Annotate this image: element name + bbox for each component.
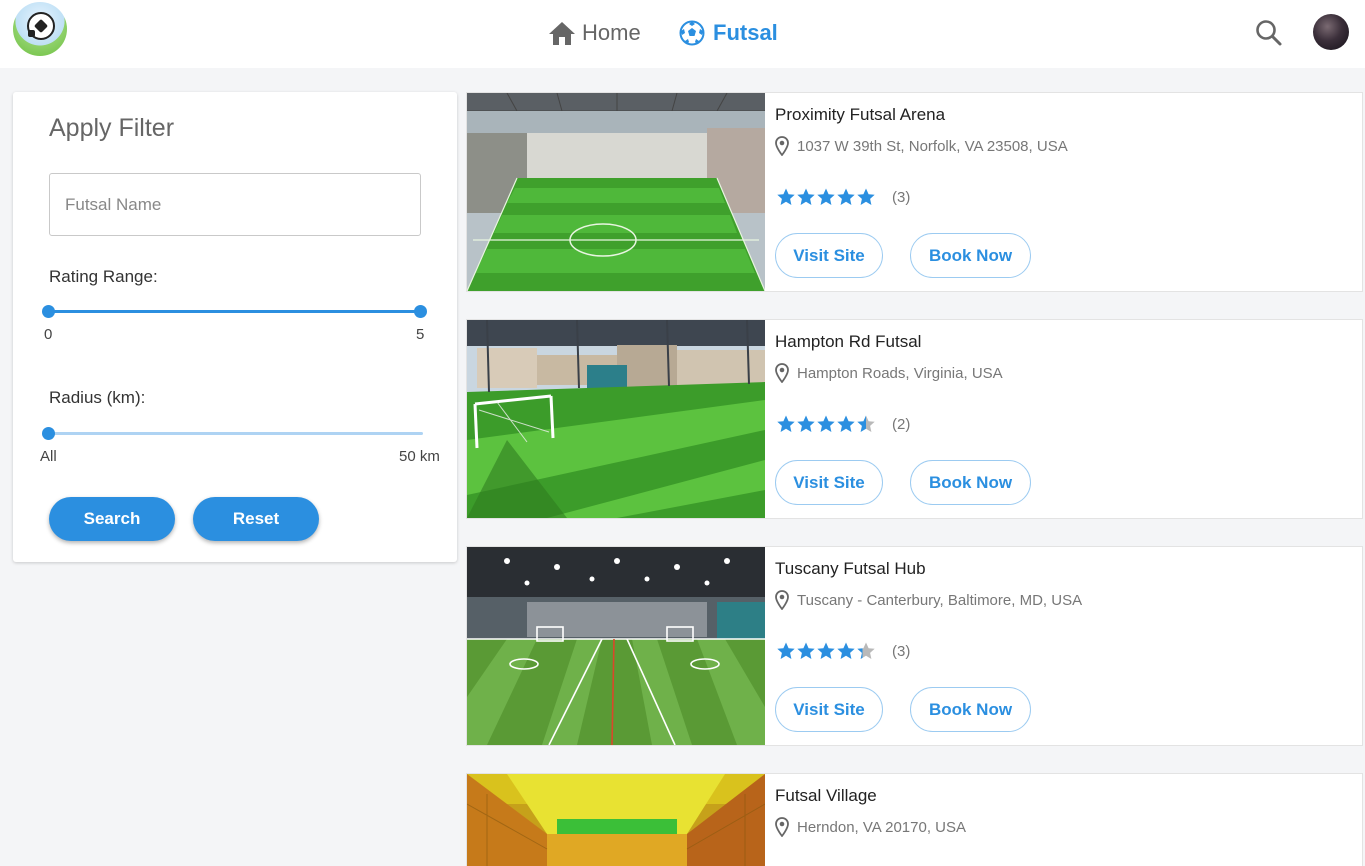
filter-title: Apply Filter	[49, 114, 175, 142]
filter-panel: Apply Filter Rating Range: 0 5 Radius (k…	[13, 92, 457, 562]
visit-site-button[interactable]: Visit Site	[775, 687, 883, 732]
review-count: (3)	[892, 642, 911, 660]
visit-site-button[interactable]: Visit Site	[775, 233, 883, 278]
nav-home-link[interactable]: Home	[548, 18, 641, 48]
futsal-name[interactable]: Proximity Futsal Arena	[775, 105, 945, 125]
search-icon	[1256, 20, 1282, 46]
futsal-address-text: Herndon, VA 20170, USA	[797, 818, 966, 836]
futsal-name-input[interactable]	[49, 173, 421, 236]
star-rating: (3)	[776, 640, 910, 662]
futsal-photo	[467, 547, 765, 745]
radius-label: Radius (km):	[49, 388, 146, 407]
user-avatar[interactable]	[1313, 14, 1349, 50]
radius-max-label: 50 km	[399, 448, 440, 465]
review-count: (3)	[892, 188, 911, 206]
star-rating: (2)	[776, 413, 910, 435]
app-logo[interactable]	[13, 2, 67, 56]
rating-slider-track[interactable]	[49, 310, 421, 313]
star-icon	[777, 415, 795, 432]
futsal-photo	[467, 774, 765, 866]
search-filter-button[interactable]: Search	[49, 497, 175, 541]
star-icon	[857, 642, 875, 659]
star-icon	[797, 415, 815, 432]
star-icon	[857, 188, 875, 205]
soccer-ball-logo-icon	[27, 12, 55, 40]
futsal-card: Futsal Village Herndon, VA 20170, USA	[466, 773, 1363, 866]
rating-stars	[776, 187, 876, 207]
search-button[interactable]	[1254, 18, 1284, 48]
book-now-button[interactable]: Book Now	[910, 687, 1031, 732]
soccer-ball-icon	[679, 20, 705, 46]
star-icon	[837, 642, 855, 659]
star-icon	[817, 642, 835, 659]
futsal-address: 1037 W 39th St, Norfolk, VA 23508, USA	[775, 135, 1068, 157]
star-icon	[817, 415, 835, 432]
futsal-address: Herndon, VA 20170, USA	[775, 816, 966, 838]
nav-home-label: Home	[582, 20, 641, 45]
reset-filter-button[interactable]: Reset	[193, 497, 319, 541]
star-rating: (3)	[776, 186, 910, 208]
visit-site-button[interactable]: Visit Site	[775, 460, 883, 505]
futsal-address: Tuscany - Canterbury, Baltimore, MD, USA	[775, 589, 1082, 611]
star-icon	[837, 415, 855, 432]
location-pin-icon	[775, 590, 789, 610]
rating-range-label: Rating Range:	[49, 267, 158, 286]
rating-max-label: 5	[416, 326, 425, 343]
radius-slider-thumb[interactable]	[42, 427, 55, 440]
review-count: (2)	[892, 415, 911, 433]
futsal-card: Hampton Rd Futsal Hampton Roads, Virgini…	[466, 319, 1363, 519]
top-navbar: Home Futsal	[0, 0, 1365, 68]
star-icon	[777, 642, 795, 659]
radius-min-label: All	[40, 448, 57, 465]
star-icon	[857, 415, 875, 432]
star-icon	[817, 188, 835, 205]
rating-slider-min-thumb[interactable]	[42, 305, 55, 318]
home-icon	[549, 22, 575, 45]
futsal-card: Tuscany Futsal Hub Tuscany - Canterbury,…	[466, 546, 1363, 746]
location-pin-icon	[775, 136, 789, 156]
futsal-name[interactable]: Hampton Rd Futsal	[775, 332, 921, 352]
radius-slider-track[interactable]	[49, 432, 423, 435]
futsal-name[interactable]: Futsal Village	[775, 786, 877, 806]
rating-slider-max-thumb[interactable]	[414, 305, 427, 318]
nav-futsal-link[interactable]: Futsal	[679, 18, 778, 48]
futsal-photo	[467, 93, 765, 291]
rating-min-label: 0	[44, 326, 53, 343]
star-icon	[797, 188, 815, 205]
book-now-button[interactable]: Book Now	[910, 233, 1031, 278]
book-now-button[interactable]: Book Now	[910, 460, 1031, 505]
futsal-card: Proximity Futsal Arena 1037 W 39th St, N…	[466, 92, 1363, 292]
futsal-address-text: 1037 W 39th St, Norfolk, VA 23508, USA	[797, 137, 1068, 155]
futsal-address-text: Tuscany - Canterbury, Baltimore, MD, USA	[797, 591, 1083, 609]
star-icon	[837, 188, 855, 205]
location-pin-icon	[775, 817, 789, 837]
futsal-address: Hampton Roads, Virginia, USA	[775, 362, 1003, 384]
star-icon	[777, 188, 795, 205]
star-icon	[797, 642, 815, 659]
futsal-photo	[467, 320, 765, 518]
rating-stars	[776, 414, 876, 434]
location-pin-icon	[775, 363, 789, 383]
nav-futsal-label: Futsal	[713, 20, 778, 45]
futsal-address-text: Hampton Roads, Virginia, USA	[797, 364, 1003, 382]
rating-stars	[776, 641, 876, 661]
futsal-name[interactable]: Tuscany Futsal Hub	[775, 559, 926, 579]
